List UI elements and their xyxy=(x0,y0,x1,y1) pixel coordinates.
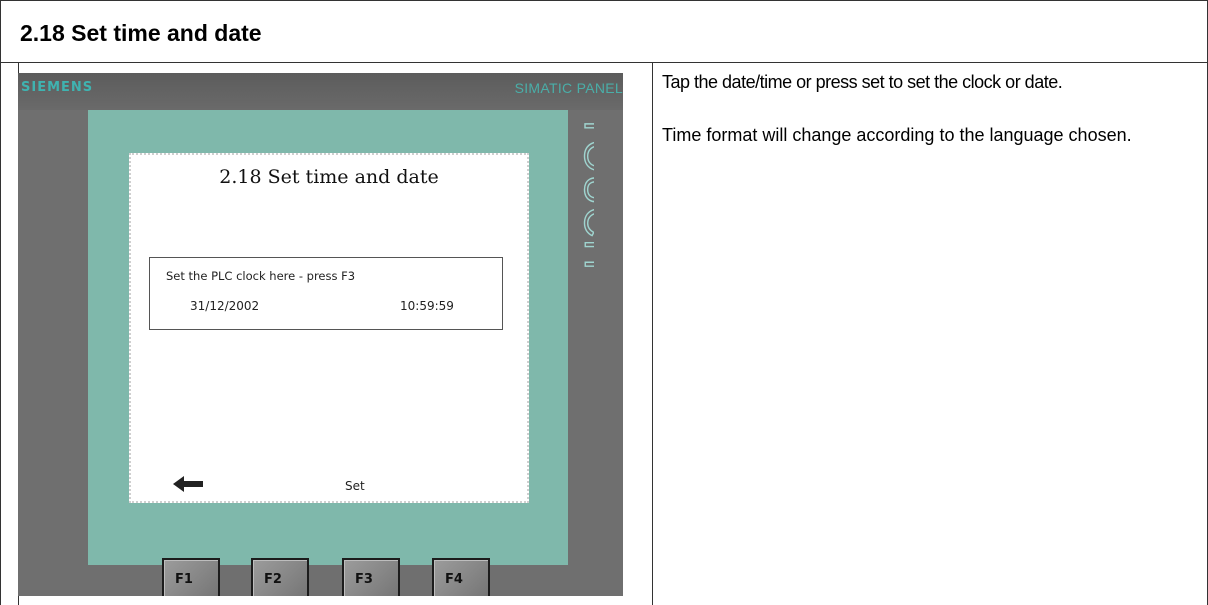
panel-header: SIEMENS SIMATIC PANEL xyxy=(18,73,623,110)
function-key-f3[interactable]: F3 xyxy=(342,558,400,596)
function-key-f4[interactable]: F4 xyxy=(432,558,490,596)
document-table: 2.18 Set time and date Tap the date/time… xyxy=(0,0,1208,605)
hmi-screen: 2.18 Set time and date Set the PLC clock… xyxy=(129,153,529,503)
table-border-left xyxy=(0,0,1,605)
touch-wordmark: TOUCH xyxy=(554,107,594,297)
function-key-label: F4 xyxy=(445,572,463,587)
plc-clock-box[interactable]: Set the PLC clock here - press F3 31/12/… xyxy=(149,257,503,330)
description-paragraph-1: Tap the date/time or press set to set th… xyxy=(662,72,1063,92)
table-border-top xyxy=(0,0,1208,1)
plc-clock-date[interactable]: 31/12/2002 xyxy=(190,299,259,313)
table-row-divider xyxy=(0,62,1208,63)
panel-model-label: SIMATIC PANEL xyxy=(514,80,623,96)
description-paragraph-2: Time format will change according to the… xyxy=(662,125,1132,145)
brand-logo: SIEMENS xyxy=(21,80,94,95)
screen-title: 2.18 Set time and date xyxy=(219,166,439,188)
set-button[interactable]: Set xyxy=(345,479,365,493)
function-key-f2[interactable]: F2 xyxy=(251,558,309,596)
function-key-f1[interactable]: F1 xyxy=(162,558,220,596)
plc-clock-time[interactable]: 10:59:59 xyxy=(400,299,454,313)
svg-text:TOUCH: TOUCH xyxy=(576,113,594,272)
table-column-divider xyxy=(652,62,653,605)
function-key-label: F2 xyxy=(264,572,282,587)
section-title: 2.18 Set time and date xyxy=(20,20,262,46)
function-key-label: F1 xyxy=(175,572,193,587)
function-key-label: F3 xyxy=(355,572,373,587)
plc-clock-label: Set the PLC clock here - press F3 xyxy=(166,269,356,283)
hmi-panel-image: SIEMENS SIMATIC PANEL TOUCH 2.18 Set tim… xyxy=(18,73,623,596)
arrow-left-icon[interactable] xyxy=(173,476,203,492)
